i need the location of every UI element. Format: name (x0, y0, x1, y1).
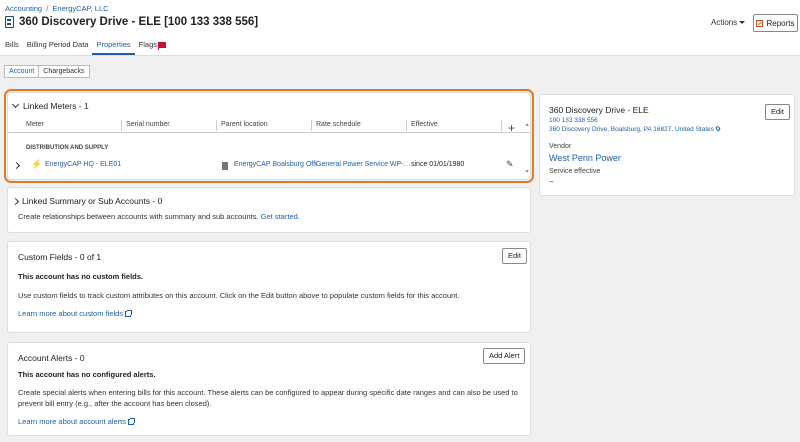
learn-more-custom-fields-link[interactable]: Learn more about custom fields (18, 309, 123, 318)
actions-label: Actions (711, 18, 738, 27)
subtab-chargebacks[interactable]: Chargebacks (39, 65, 90, 78)
service-effective-label: Service effective (549, 168, 601, 175)
reports-button[interactable]: Reports (753, 14, 798, 32)
title-row: 360 Discovery Drive - ELE [100 133 338 5… (5, 16, 258, 28)
flag-icon (158, 42, 166, 50)
chevron-right-icon (11, 197, 20, 206)
custom-fields-title: Custom Fields - 0 of 1 (18, 252, 102, 262)
account-address[interactable]: 360 Discovery Drive, Boalsburg, PA 16827… (549, 125, 722, 133)
vendor-link[interactable]: West Penn Power (549, 153, 621, 163)
caret-down-icon (739, 21, 746, 24)
tab-flags-label: Flags (138, 40, 157, 49)
tab-billing-period-data[interactable]: Billing Period Data (23, 40, 93, 55)
learn-more-account-alerts[interactable]: Learn more about account alerts (18, 417, 135, 428)
chart-icon (756, 19, 764, 27)
subtab-account[interactable]: Account (4, 65, 40, 78)
external-link-icon (127, 418, 135, 425)
edit-account-button[interactable]: Edit (765, 104, 790, 120)
service-effective-value: – (549, 177, 554, 186)
linked-summary-title: Linked Summary or Sub Accounts - 0 (22, 196, 163, 206)
address-link[interactable]: 360 Discovery Drive, Boalsburg, PA 16827… (549, 126, 714, 133)
account-summary-card: 360 Discovery Drive - ELE Edit 100 133 3… (539, 94, 795, 196)
custom-fields-description: Use custom fields to track custom attrib… (18, 291, 460, 300)
external-link-icon (125, 310, 133, 317)
building-icon (5, 16, 14, 28)
subtab-bar: Account Chargebacks (4, 65, 90, 78)
account-name: 360 Discovery Drive - ELE (549, 105, 649, 115)
tab-flags[interactable]: Flags (135, 40, 170, 55)
account-alerts-card: Account Alerts - 0 Add Alert This accoun… (7, 342, 531, 436)
get-started-link[interactable]: Get started. (261, 212, 300, 221)
reports-label: Reports (766, 18, 795, 28)
custom-fields-empty: This account has no custom fields. (18, 272, 144, 281)
linked-summary-header[interactable]: Linked Summary or Sub Accounts - 0 (11, 196, 163, 206)
tab-properties[interactable]: Properties (92, 40, 135, 55)
map-pin-icon (714, 125, 722, 132)
custom-fields-card: Custom Fields - 0 of 1 Edit This account… (7, 241, 531, 333)
linked-summary-card: Linked Summary or Sub Accounts - 0 Creat… (7, 187, 531, 233)
breadcrumb: Accounting / EnergyCAP, LLC (5, 4, 109, 13)
tab-bills[interactable]: Bills (0, 40, 23, 55)
linked-summary-description: Create relationships between accounts wi… (18, 212, 259, 221)
add-alert-button[interactable]: Add Alert (483, 348, 526, 364)
account-code: 100 133 338 556 (549, 117, 598, 124)
breadcrumb-separator: / (46, 4, 49, 13)
actions-menu[interactable]: Actions (711, 18, 746, 27)
account-alerts-empty: This account has no configured alerts. (18, 370, 156, 379)
learn-more-account-alerts-link[interactable]: Learn more about account alerts (18, 417, 126, 426)
breadcrumb-link-accounting[interactable]: Accounting (5, 4, 42, 13)
account-alerts-description: Create special alerts when entering bill… (18, 388, 518, 408)
linked-summary-text: Create relationships between accounts wi… (18, 212, 300, 223)
breadcrumb-link-energycap[interactable]: EnergyCAP, LLC (52, 4, 108, 13)
edit-custom-fields-button[interactable]: Edit (502, 248, 527, 264)
learn-more-custom-fields[interactable]: Learn more about custom fields (18, 309, 133, 320)
page-header: Accounting / EnergyCAP, LLC 360 Discover… (0, 0, 800, 56)
highlight-outline (4, 89, 534, 183)
vendor-label: Vendor (549, 143, 572, 150)
account-alerts-title: Account Alerts - 0 (18, 353, 85, 363)
tab-bar: Bills Billing Period Data Properties Fla… (0, 40, 170, 55)
page-title: 360 Discovery Drive - ELE [100 133 338 5… (19, 16, 259, 28)
